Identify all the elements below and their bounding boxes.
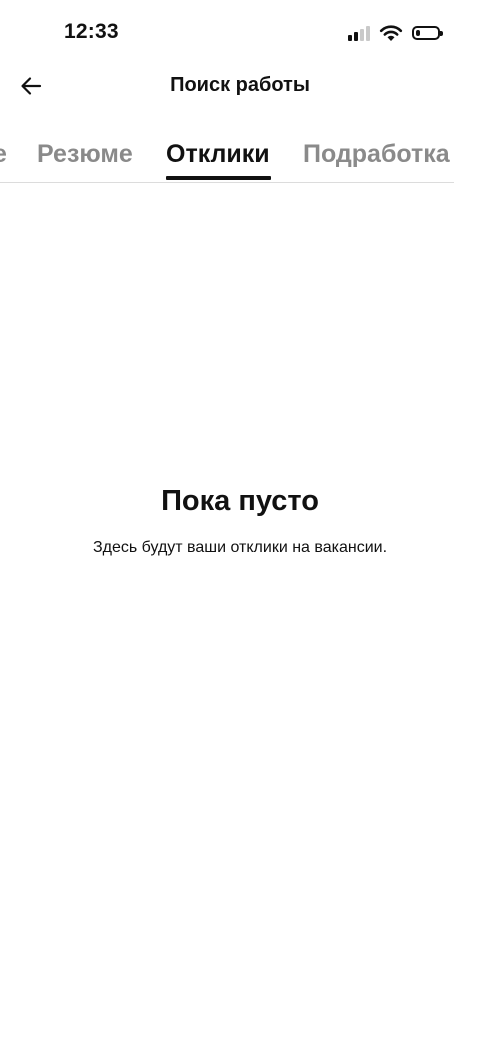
empty-state-text: Здесь будут ваши отклики на вакансии. (92, 539, 388, 556)
battery-icon (412, 26, 443, 40)
empty-state-title: Пока пусто (161, 485, 319, 517)
active-tab-indicator (166, 176, 271, 180)
status-time: 12:33 (64, 20, 119, 43)
header: Поиск работы (0, 64, 480, 108)
wifi-icon (379, 25, 403, 41)
status-icons (348, 22, 443, 44)
cellular-signal-icon (348, 25, 370, 41)
tab-side-jobs[interactable]: Подработка (303, 140, 450, 169)
status-bar: 12:33 (0, 0, 480, 64)
tab-bar: е Резюме Отклики Подработка (0, 128, 454, 183)
tab-resume[interactable]: Резюме (37, 140, 133, 169)
tab-responses[interactable]: Отклики (166, 140, 270, 169)
tab-previous-partial[interactable]: е (0, 140, 7, 169)
page-title: Поиск работы (170, 74, 310, 96)
